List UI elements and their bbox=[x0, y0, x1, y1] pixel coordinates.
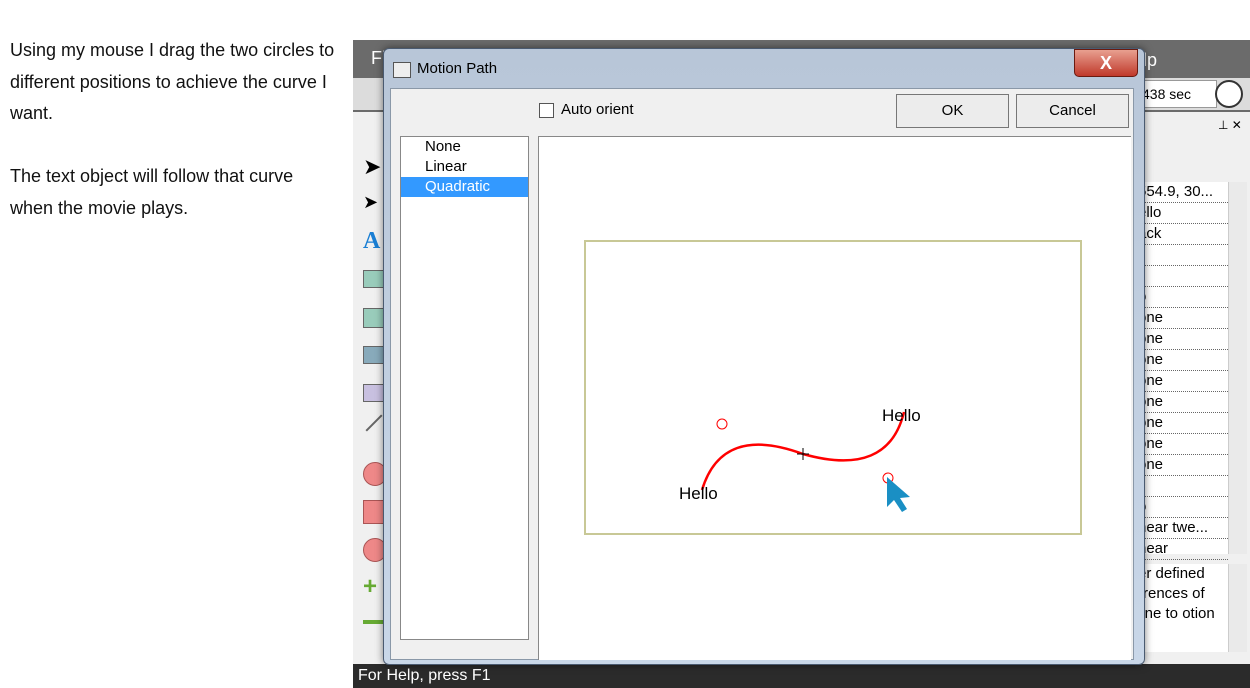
time-field[interactable]: 438 sec bbox=[1135, 80, 1217, 108]
subselect-tool-icon[interactable]: ➤ bbox=[363, 192, 385, 214]
property-value[interactable]: one bbox=[1138, 350, 1228, 371]
property-value[interactable]: near bbox=[1138, 539, 1228, 560]
path-type-quadratic[interactable]: Quadratic bbox=[401, 177, 528, 197]
midpoint-crosshair[interactable] bbox=[797, 448, 809, 460]
arrow-tool-icon[interactable]: ➤ bbox=[363, 154, 385, 179]
property-value[interactable]: 554.9, 30... bbox=[1138, 182, 1228, 203]
property-value[interactable]: ello bbox=[1138, 203, 1228, 224]
property-value[interactable]: one bbox=[1138, 434, 1228, 455]
property-value[interactable]: near twe... bbox=[1138, 518, 1228, 539]
pin-close-icons[interactable]: ⊥ ✕ bbox=[1218, 118, 1242, 132]
property-description: er defined rrences of line to otion bbox=[1138, 564, 1228, 652]
mouse-cursor-icon bbox=[887, 477, 910, 512]
menu-help-fragment[interactable]: lp bbox=[1143, 50, 1157, 71]
properties-scrollbar[interactable] bbox=[1228, 182, 1247, 554]
properties-panel: ⊥ ✕ 554.9, 30...elloackooneoneoneoneoneo… bbox=[1138, 112, 1250, 664]
path-type-list: None Linear Quadratic bbox=[400, 136, 529, 640]
remove-point-icon[interactable] bbox=[363, 620, 385, 624]
text-tool-icon[interactable]: A bbox=[363, 228, 385, 254]
control-point-1[interactable] bbox=[716, 418, 728, 430]
close-button[interactable]: X bbox=[1074, 49, 1138, 77]
line-tool-icon[interactable] bbox=[365, 414, 383, 432]
path-svg: Hello Hello bbox=[584, 240, 1082, 535]
property-value[interactable]: ack bbox=[1138, 224, 1228, 245]
dialog-title: Motion Path bbox=[417, 60, 498, 77]
property-value[interactable]: one bbox=[1138, 392, 1228, 413]
start-text-object[interactable]: Hello bbox=[679, 484, 718, 503]
auto-orient-checkbox[interactable] bbox=[539, 103, 554, 118]
property-value[interactable]: one bbox=[1138, 371, 1228, 392]
path-type-none[interactable]: None bbox=[401, 137, 528, 157]
status-bar: For Help, press F1 bbox=[353, 664, 1250, 688]
ok-button[interactable]: OK bbox=[896, 94, 1009, 128]
stage-boundary bbox=[584, 240, 1082, 535]
add-point-icon[interactable]: + bbox=[363, 575, 385, 599]
property-value[interactable] bbox=[1138, 245, 1228, 266]
path-canvas[interactable]: Hello Hello bbox=[538, 136, 1131, 660]
property-value[interactable]: one bbox=[1138, 308, 1228, 329]
description-scrollbar[interactable] bbox=[1228, 564, 1247, 652]
end-text-object[interactable]: Hello bbox=[882, 406, 921, 425]
instruction-text-1: Using my mouse I drag the two circles to… bbox=[10, 40, 335, 123]
property-value[interactable]: o bbox=[1138, 497, 1228, 518]
cancel-button[interactable]: Cancel bbox=[1016, 94, 1129, 128]
motion-path-dialog: Motion Path X Auto orient OK Cancel None… bbox=[383, 48, 1145, 665]
property-value[interactable]: o bbox=[1138, 287, 1228, 308]
dialog-client: Auto orient OK Cancel None Linear Quadra… bbox=[390, 88, 1134, 660]
dialog-app-icon bbox=[393, 62, 411, 78]
clock-icon[interactable] bbox=[1215, 80, 1243, 108]
instruction-text-2: The text object will follow that curve w… bbox=[10, 166, 294, 218]
property-value[interactable]: one bbox=[1138, 329, 1228, 350]
property-value[interactable] bbox=[1138, 266, 1228, 287]
properties-list: 554.9, 30...elloackooneoneoneoneoneoneon… bbox=[1138, 182, 1228, 560]
property-value[interactable]: one bbox=[1138, 455, 1228, 476]
property-value[interactable]: one bbox=[1138, 413, 1228, 434]
property-value[interactable] bbox=[1138, 476, 1228, 497]
path-type-linear[interactable]: Linear bbox=[401, 157, 528, 177]
auto-orient-label[interactable]: Auto orient bbox=[561, 101, 634, 118]
